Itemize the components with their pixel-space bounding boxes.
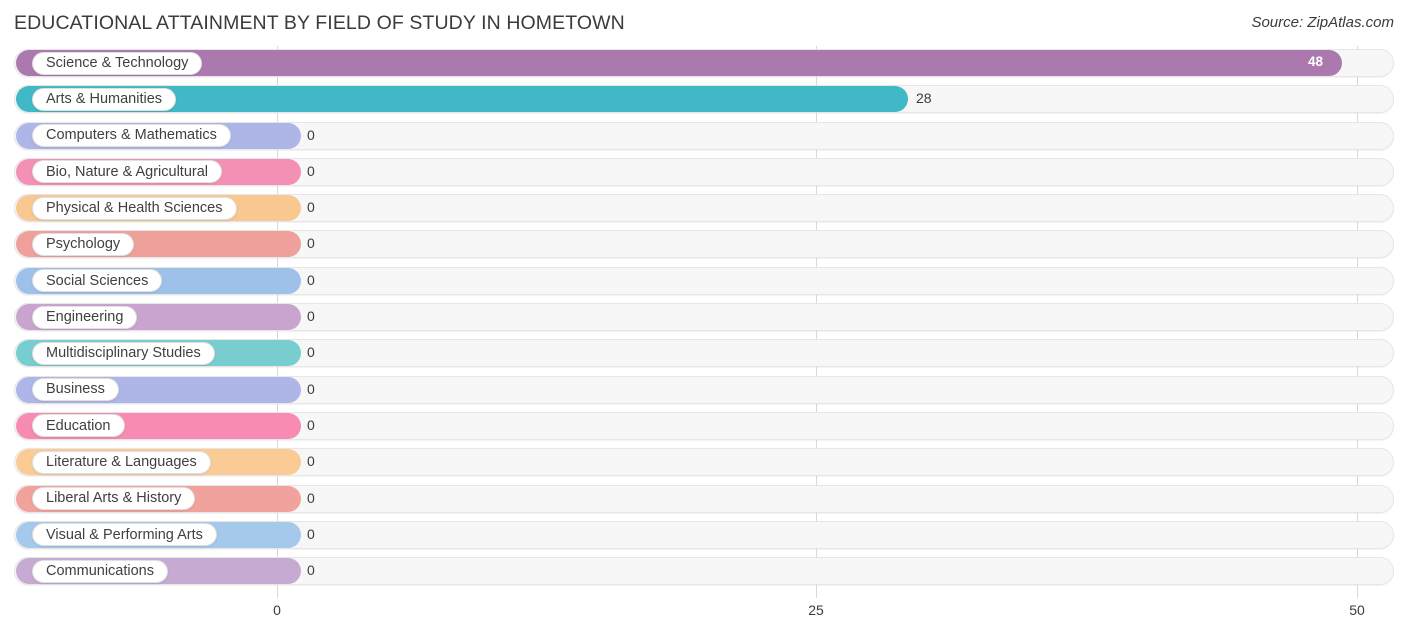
category-label: Physical & Health Sciences <box>46 199 223 216</box>
category-label: Science & Technology <box>46 54 189 71</box>
bar-row: Education 0 <box>0 409 1406 445</box>
bar-row: Engineering 0 <box>0 300 1406 336</box>
category-label: Multidisciplinary Studies <box>46 345 201 362</box>
bar-row: Visual & Performing Arts 0 <box>0 518 1406 554</box>
source-attribution: Source: ZipAtlas.com <box>1251 14 1394 31</box>
category-label-pill: Literature & Languages <box>32 450 211 474</box>
bar-row: Arts & Humanities 28 <box>0 82 1406 118</box>
bar-value-label: 0 <box>307 416 315 433</box>
category-label-pill: Engineering <box>32 305 138 329</box>
x-axis: 0 25 50 <box>0 598 1406 632</box>
bar-row: Liberal Arts & History 0 <box>0 482 1406 518</box>
category-label-pill: Science & Technology <box>32 51 203 75</box>
category-label-pill: Bio, Nature & Agricultural <box>32 160 222 184</box>
bar-row: Communications 0 <box>0 554 1406 590</box>
x-tick-label: 25 <box>808 602 824 618</box>
bar-value-label: 28 <box>916 90 932 107</box>
category-label-pill: Business <box>32 378 119 402</box>
bar-value-label: 0 <box>307 271 315 288</box>
category-label: Engineering <box>46 308 124 325</box>
bar-row: Computers & Mathematics 0 <box>0 119 1406 155</box>
bar[interactable] <box>16 50 1342 76</box>
category-label: Visual & Performing Arts <box>46 526 203 543</box>
category-label: Communications <box>46 562 154 579</box>
bar-value-label: 0 <box>307 453 315 470</box>
x-tick-label: 0 <box>273 602 281 618</box>
category-label: Literature & Languages <box>46 454 197 471</box>
category-label: Liberal Arts & History <box>46 490 182 507</box>
category-label-pill: Psychology <box>32 232 135 256</box>
category-label: Social Sciences <box>46 272 149 289</box>
category-label: Business <box>46 381 105 398</box>
bar-row: Literature & Languages 0 <box>0 445 1406 481</box>
category-label-pill: Communications <box>32 559 168 583</box>
category-label-pill: Education <box>32 414 125 438</box>
chart-plot-area: Science & Technology 48 Arts & Humanities 2… <box>0 46 1406 598</box>
bar-row: Business 0 <box>0 373 1406 409</box>
bar-row: Social Sciences 0 <box>0 264 1406 300</box>
bar-row: Bio, Nature & Agricultural 0 <box>0 155 1406 191</box>
bar-row: Multidisciplinary Studies 0 <box>0 336 1406 372</box>
chart-header: EDUCATIONAL ATTAINMENT BY FIELD OF STUDY… <box>0 0 1406 46</box>
bar-value-label: 0 <box>307 344 315 361</box>
bar-value-label: 48 <box>1308 54 1324 69</box>
bar-value-label: 0 <box>307 380 315 397</box>
category-label-pill: Arts & Humanities <box>32 87 177 111</box>
x-tick-label: 50 <box>1349 602 1365 618</box>
category-label: Bio, Nature & Agricultural <box>46 163 208 180</box>
bar-value-label: 0 <box>307 308 315 325</box>
category-label: Computers & Mathematics <box>46 127 217 144</box>
category-label-pill: Liberal Arts & History <box>32 487 196 511</box>
category-label-pill: Multidisciplinary Studies <box>32 341 215 365</box>
bar-value-label: 0 <box>307 199 315 216</box>
bar-row: Science & Technology 48 <box>0 46 1406 82</box>
category-label: Psychology <box>46 236 121 253</box>
category-label-pill: Social Sciences <box>32 269 163 293</box>
category-label: Arts & Humanities <box>46 91 163 108</box>
bar-value-label: 0 <box>307 126 315 143</box>
bar-value-label: 0 <box>307 235 315 252</box>
bar-value-label: 0 <box>307 489 315 506</box>
bar-value-label: 0 <box>307 562 315 579</box>
bar-value-label: 0 <box>307 525 315 542</box>
bar-value-label: 0 <box>307 162 315 179</box>
page-title: EDUCATIONAL ATTAINMENT BY FIELD OF STUDY… <box>14 12 625 34</box>
category-label: Education <box>46 417 111 434</box>
category-label-pill: Physical & Health Sciences <box>32 196 237 220</box>
bar-rows: Science & Technology 48 Arts & Humanities 2… <box>0 46 1406 590</box>
bar-row: Physical & Health Sciences 0 <box>0 191 1406 227</box>
bar-row: Psychology 0 <box>0 227 1406 263</box>
category-label-pill: Visual & Performing Arts <box>32 523 217 547</box>
category-label-pill: Computers & Mathematics <box>32 124 231 148</box>
